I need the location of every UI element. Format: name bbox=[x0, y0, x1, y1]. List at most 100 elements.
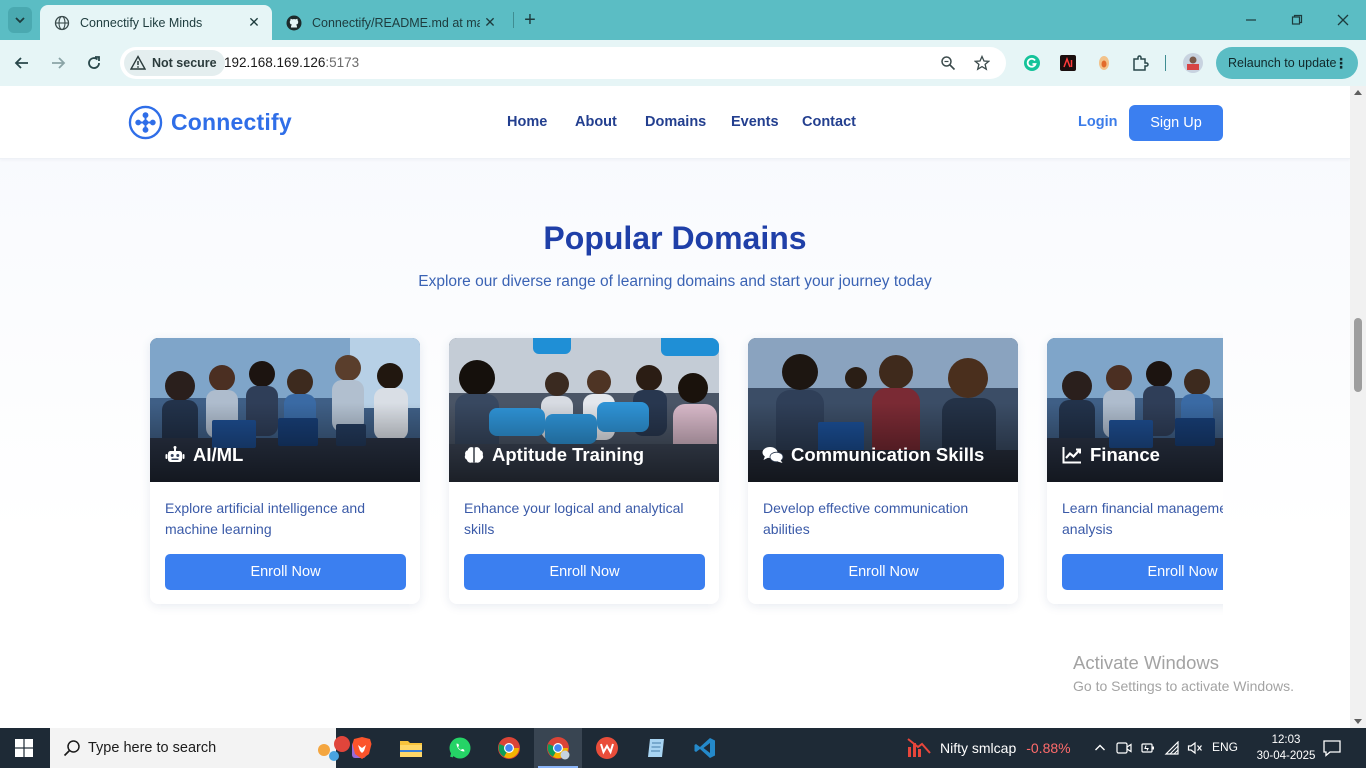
close-icon[interactable]: ✕ bbox=[480, 13, 500, 33]
stock-down-icon bbox=[907, 738, 931, 757]
section-title: Popular Domains bbox=[543, 220, 807, 256]
brand-name: Connectify bbox=[171, 109, 292, 135]
card-title: Finance bbox=[1090, 444, 1160, 465]
url-text[interactable]: 192.168.169.126:5173 bbox=[224, 55, 359, 70]
enroll-button[interactable]: Enroll Now bbox=[165, 554, 406, 590]
vscode-icon bbox=[694, 738, 715, 758]
whatsapp-app[interactable] bbox=[436, 728, 484, 768]
scroll-up-icon[interactable] bbox=[1354, 90, 1362, 95]
meet-now-icon[interactable] bbox=[1114, 738, 1134, 758]
nav-home[interactable]: Home bbox=[507, 114, 547, 130]
whatsapp-icon bbox=[449, 737, 471, 759]
taskbar-search[interactable]: Type here to search bbox=[50, 728, 366, 768]
brain-icon bbox=[463, 445, 485, 465]
scroll-down-icon[interactable] bbox=[1354, 719, 1362, 724]
wifi-icon[interactable] bbox=[1162, 738, 1182, 758]
input-language[interactable]: ENG bbox=[1212, 740, 1238, 754]
power-plug-icon[interactable] bbox=[1138, 738, 1158, 758]
page-viewport: Connectify Home About Domains Events Con… bbox=[0, 86, 1366, 728]
relaunch-button[interactable]: Relaunch to update ⋮ bbox=[1216, 47, 1358, 79]
profile-avatar[interactable] bbox=[1181, 51, 1205, 75]
nav-events[interactable]: Events bbox=[731, 114, 779, 130]
comments-icon bbox=[762, 445, 784, 465]
connectify-logo-icon bbox=[128, 105, 163, 140]
show-hidden-icons-icon[interactable] bbox=[1090, 738, 1110, 758]
system-clock[interactable]: 12:03 30-04-2025 bbox=[1256, 732, 1316, 764]
robot-icon bbox=[164, 445, 186, 465]
tab-github-readme[interactable]: Connectify/README.md at mai ✕ bbox=[272, 5, 508, 40]
search-icon bbox=[62, 738, 82, 758]
chrome-profile-app[interactable] bbox=[534, 728, 582, 768]
activate-windows-watermark: Activate Windows Go to Settings to activ… bbox=[1073, 652, 1294, 694]
bookmark-star-icon[interactable] bbox=[972, 53, 992, 73]
stock-ticker-widget[interactable]: Nifty smlcap -0.88% bbox=[906, 737, 1071, 759]
grammarly-extension-icon[interactable] bbox=[1020, 51, 1044, 75]
card-heading: Communication Skills bbox=[762, 444, 984, 466]
cookie-extension-icon[interactable] bbox=[1092, 51, 1116, 75]
wps-office-app[interactable] bbox=[583, 728, 631, 768]
back-button[interactable] bbox=[9, 50, 35, 76]
card-title: Aptitude Training bbox=[492, 444, 645, 465]
globe-icon bbox=[54, 15, 70, 31]
card-description: Learn financial management and analysis bbox=[1062, 500, 1223, 537]
restore-icon[interactable] bbox=[1274, 0, 1320, 40]
enroll-button[interactable]: Enroll Now bbox=[763, 554, 1004, 590]
chrome-icon bbox=[498, 737, 520, 759]
notes-app[interactable] bbox=[632, 728, 680, 768]
volume-muted-icon[interactable] bbox=[1185, 738, 1205, 758]
arrow-left-icon bbox=[14, 57, 28, 69]
browser-tab-strip: Connectify Like Minds ✕ Connectify/READM… bbox=[0, 0, 1366, 40]
enroll-button[interactable]: Enroll Now bbox=[464, 554, 705, 590]
scrollbar-thumb[interactable] bbox=[1354, 318, 1362, 392]
brave-browser-app[interactable] bbox=[338, 728, 386, 768]
nav-domains[interactable]: Domains bbox=[645, 114, 706, 130]
windows-logo-icon bbox=[15, 739, 33, 757]
vscode-app[interactable] bbox=[681, 728, 729, 768]
domain-carousel: AI/ML Explore artificial intelligence an… bbox=[128, 330, 1223, 620]
chrome-app[interactable] bbox=[485, 728, 533, 768]
minimize-icon[interactable] bbox=[1228, 0, 1274, 40]
page-scrollbar[interactable] bbox=[1350, 86, 1366, 728]
start-button[interactable] bbox=[0, 728, 48, 768]
card-title: Communication Skills bbox=[791, 444, 985, 465]
chart-line-icon bbox=[1061, 445, 1083, 465]
domain-card-aptitude-training: Aptitude Training Enhance your logical a… bbox=[449, 338, 719, 604]
notepad-icon bbox=[648, 739, 664, 757]
toolbar-separator bbox=[1160, 51, 1170, 75]
window-close-icon[interactable] bbox=[1320, 0, 1366, 40]
adobe-extension-icon[interactable] bbox=[1056, 51, 1080, 75]
new-tab-icon[interactable]: + bbox=[520, 9, 540, 31]
close-icon[interactable]: ✕ bbox=[244, 13, 264, 33]
tab-connectify[interactable]: Connectify Like Minds ✕ bbox=[40, 5, 272, 40]
enroll-button[interactable]: Enroll Now bbox=[1062, 554, 1223, 590]
zoom-icon[interactable] bbox=[938, 53, 958, 73]
wps-icon bbox=[596, 737, 618, 759]
site-header: Connectify Home About Domains Events Con… bbox=[0, 86, 1350, 159]
nav-contact[interactable]: Contact bbox=[802, 114, 856, 130]
file-explorer-app[interactable] bbox=[387, 728, 435, 768]
domain-card-ai-ml: AI/ML Explore artificial intelligence an… bbox=[150, 338, 420, 604]
folder-icon bbox=[400, 741, 422, 757]
card-heading: Finance bbox=[1061, 444, 1160, 466]
tab-title: Connectify Like Minds bbox=[80, 15, 203, 30]
card-description: Develop effective communication abilitie… bbox=[763, 500, 969, 537]
login-link[interactable]: Login bbox=[1078, 114, 1117, 130]
more-menu-icon[interactable]: ⋮ bbox=[1334, 55, 1348, 72]
brand-logo[interactable]: Connectify bbox=[128, 105, 292, 140]
forward-button[interactable] bbox=[45, 50, 71, 76]
card-heading: AI/ML bbox=[164, 444, 243, 466]
signup-button[interactable]: Sign Up bbox=[1129, 105, 1223, 141]
tab-search-button[interactable] bbox=[8, 7, 32, 33]
browser-toolbar: Not secure 192.168.169.126:5173 Relaunch… bbox=[0, 40, 1366, 86]
reload-button[interactable] bbox=[81, 50, 107, 76]
extensions-puzzle-icon[interactable] bbox=[1128, 51, 1152, 75]
card-description: Explore artificial intelligence and mach… bbox=[165, 500, 365, 537]
chrome-icon bbox=[547, 737, 570, 760]
site-info-button[interactable]: Not secure bbox=[124, 50, 225, 76]
security-label: Not secure bbox=[152, 56, 217, 70]
warning-icon bbox=[130, 55, 146, 70]
notification-center-icon[interactable] bbox=[1322, 738, 1342, 758]
nav-about[interactable]: About bbox=[575, 114, 617, 130]
address-bar[interactable]: Not secure 192.168.169.126:5173 bbox=[120, 47, 1006, 79]
card-heading: Aptitude Training bbox=[463, 444, 644, 466]
